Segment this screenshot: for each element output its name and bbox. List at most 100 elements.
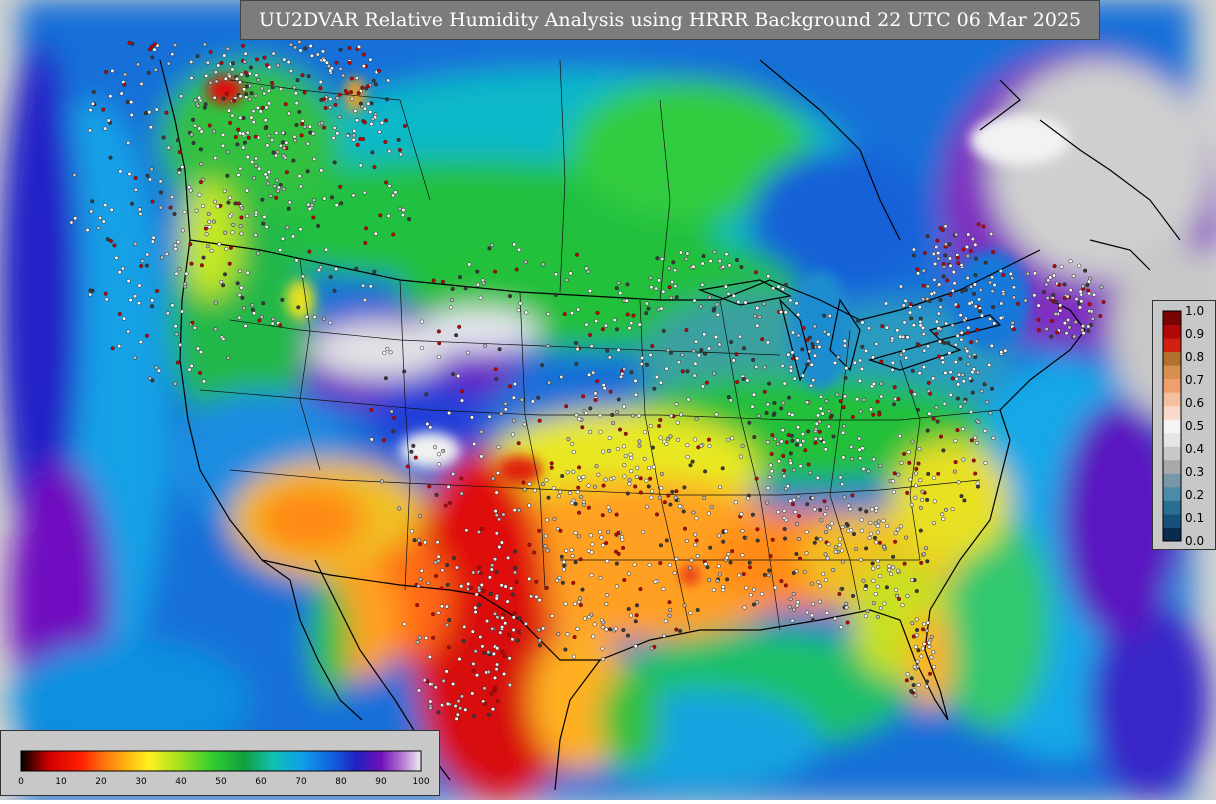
station-marker: [1078, 289, 1083, 294]
station-marker: [768, 554, 773, 559]
station-marker: [335, 131, 340, 136]
station-marker: [917, 371, 922, 376]
station-marker: [483, 343, 488, 348]
station-marker: [750, 404, 755, 409]
station-marker: [822, 329, 827, 334]
station-marker: [577, 417, 582, 422]
station-marker: [559, 554, 564, 559]
station-marker: [807, 349, 812, 354]
station-marker: [573, 340, 579, 345]
station-marker: [151, 235, 156, 240]
station-marker: [861, 466, 866, 471]
station-marker: [479, 429, 484, 434]
station-marker: [826, 332, 831, 337]
station-marker: [285, 225, 290, 230]
station-marker: [841, 455, 846, 460]
station-marker: [592, 484, 597, 489]
station-marker: [510, 637, 515, 642]
station-marker: [685, 251, 690, 256]
station-marker: [486, 712, 491, 717]
station-marker: [1062, 321, 1067, 326]
station-marker: [238, 224, 243, 229]
station-marker: [411, 443, 416, 448]
station-marker: [841, 430, 846, 435]
station-marker: [921, 552, 926, 557]
station-marker: [271, 150, 276, 155]
station-marker: [211, 219, 217, 224]
station-marker: [132, 294, 138, 299]
station-marker: [788, 364, 793, 370]
station-marker: [227, 195, 233, 200]
rh-tick-label: 30: [135, 777, 147, 787]
station-marker: [371, 78, 376, 83]
station-marker: [271, 317, 276, 322]
station-marker: [742, 605, 747, 610]
station-marker: [684, 538, 689, 543]
station-marker: [474, 673, 480, 678]
station-marker: [882, 545, 887, 550]
station-marker: [717, 572, 722, 577]
station-marker: [605, 559, 610, 564]
station-marker: [768, 463, 773, 468]
station-marker: [1081, 324, 1086, 329]
station-marker: [494, 513, 499, 518]
station-marker: [458, 275, 463, 280]
station-marker: [489, 691, 494, 696]
station-marker: [988, 280, 993, 285]
station-marker: [716, 564, 721, 569]
station-marker: [478, 295, 483, 300]
station-marker: [347, 45, 352, 51]
station-marker: [960, 289, 965, 294]
station-marker: [921, 268, 926, 273]
station-marker: [688, 565, 693, 571]
station-marker: [690, 459, 695, 464]
station-marker: [744, 585, 749, 590]
station-marker: [658, 417, 663, 423]
station-marker: [454, 333, 459, 338]
station-marker: [262, 214, 267, 219]
station-marker: [321, 125, 327, 130]
station-marker: [879, 394, 884, 399]
station-marker: [790, 350, 795, 355]
station-marker: [379, 479, 384, 484]
station-marker: [662, 633, 667, 638]
station-marker: [741, 376, 746, 381]
station-marker: [250, 159, 255, 165]
station-marker: [745, 378, 750, 383]
station-marker: [958, 356, 963, 361]
station-marker: [918, 316, 923, 321]
station-marker: [999, 301, 1004, 306]
station-marker: [953, 460, 958, 465]
station-marker: [916, 648, 921, 653]
station-marker: [463, 707, 468, 712]
station-marker: [723, 529, 728, 534]
station-marker: [254, 163, 259, 168]
station-marker: [454, 565, 459, 570]
station-marker: [747, 560, 752, 565]
station-marker: [155, 288, 160, 294]
station-marker: [800, 373, 805, 378]
station-marker: [726, 437, 731, 442]
station-marker: [1044, 282, 1049, 287]
station-marker: [522, 487, 527, 492]
station-marker: [898, 284, 903, 289]
station-marker: [989, 386, 995, 391]
station-marker: [1086, 288, 1091, 293]
station-marker: [237, 292, 242, 298]
station-marker: [202, 105, 207, 110]
station-marker: [715, 578, 720, 584]
station-marker: [540, 482, 546, 487]
station-marker: [287, 200, 292, 205]
station-marker: [936, 256, 941, 261]
station-marker: [373, 82, 378, 87]
station-marker: [924, 679, 930, 684]
station-marker: [447, 411, 452, 416]
station-marker: [811, 378, 816, 383]
station-marker: [927, 640, 932, 645]
station-marker: [848, 507, 853, 512]
station-marker: [230, 61, 235, 66]
station-marker: [965, 275, 970, 281]
station-marker: [158, 205, 163, 210]
station-marker: [910, 368, 915, 373]
station-marker: [887, 567, 892, 572]
